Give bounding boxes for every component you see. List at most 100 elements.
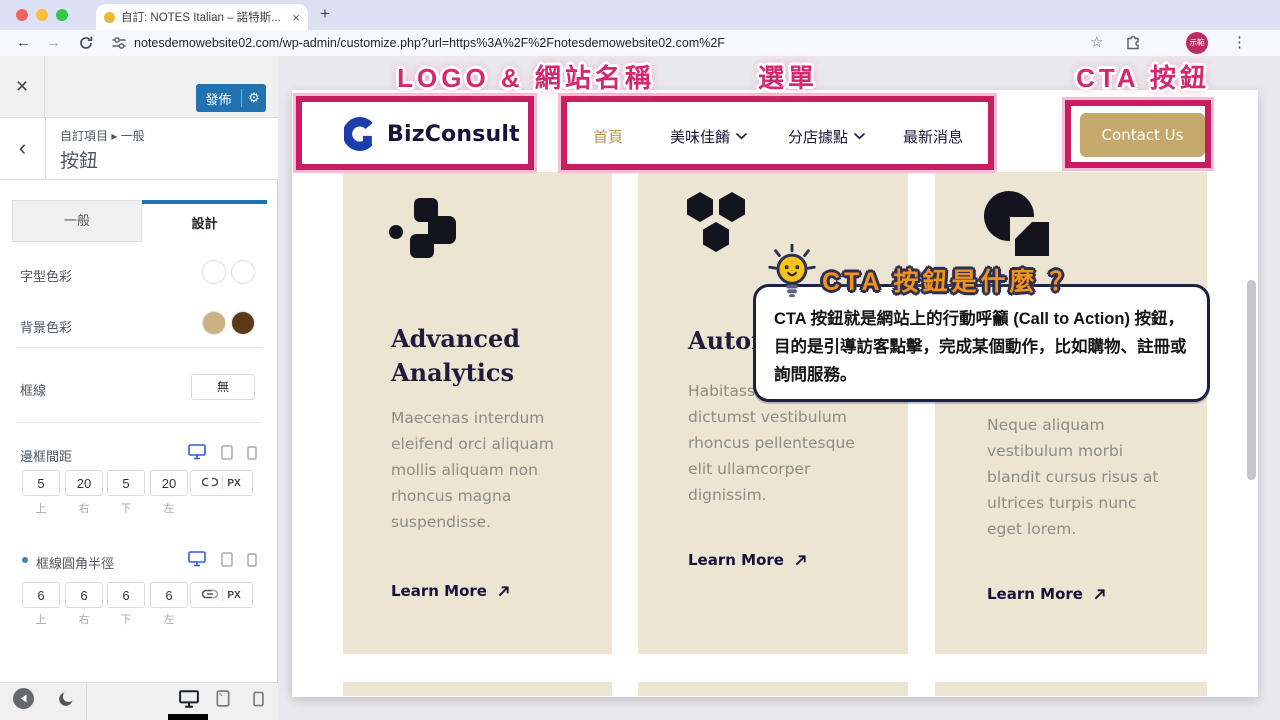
card-body: Maecenas interdum eleifend orci aliquam … (391, 405, 554, 535)
border-label: 框線 (20, 380, 46, 399)
padding-unit-label[interactable]: PX (227, 478, 240, 489)
active-device-underline (168, 714, 208, 720)
side-label-top: 上 (22, 500, 60, 516)
profile-avatar[interactable]: 示範 (1186, 32, 1208, 54)
browser-menu-dots-icon[interactable]: ⋮ (1232, 30, 1247, 56)
font-color-swatch-2[interactable] (232, 261, 254, 283)
bizconsult-logo-icon[interactable] (344, 117, 378, 156)
new-tab-button[interactable]: + (320, 4, 330, 24)
padding-label: 邊框間距 (20, 446, 72, 465)
gear-icon[interactable]: ⚙ (242, 90, 266, 106)
side-label-bottom: 下 (107, 500, 145, 516)
extensions-puzzle-icon[interactable] (1125, 35, 1141, 56)
side-label-left: 左 (150, 611, 188, 627)
contact-us-button[interactable]: Contact Us (1080, 113, 1205, 157)
tablet-icon[interactable] (221, 552, 233, 572)
bg-color-swatch-1[interactable] (203, 312, 225, 334)
card-title: Advanced Analytics (391, 322, 520, 390)
nav-item-news[interactable]: 最新消息 (903, 126, 963, 147)
phone-icon[interactable] (247, 446, 257, 465)
side-label-top: 上 (22, 611, 60, 627)
arrow-up-right-icon (794, 554, 807, 567)
arrow-up-right-icon (1093, 588, 1106, 601)
side-label-right: 右 (65, 611, 103, 627)
publish-button[interactable]: 發佈 ⚙ (196, 84, 266, 112)
radius-bottom-input[interactable]: 6 (107, 582, 145, 608)
url-bar[interactable]: notesdemowebsite02.com/wp-admin/customiz… (134, 30, 1014, 56)
dark-mode-moon-icon[interactable] (58, 690, 75, 712)
bookmark-star-icon[interactable]: ☆ (1090, 30, 1103, 56)
font-color-label: 字型色彩 (20, 266, 72, 285)
collapse-sidebar-icon[interactable] (13, 688, 34, 709)
radius-label: 框線圓角半徑 (36, 553, 114, 572)
bg-color-swatch-2[interactable] (232, 312, 254, 334)
breadcrumb: 自訂項目 ▸ 一般 (60, 127, 145, 144)
site-settings-tune-icon[interactable] (112, 36, 126, 55)
browser-tab[interactable]: 自訂: NOTES Italian – 諾特斯... × (96, 4, 308, 30)
close-customizer-icon[interactable]: × (0, 56, 45, 118)
site-title[interactable]: BizConsult (387, 122, 520, 147)
back-chevron-icon[interactable]: ‹ (0, 118, 46, 180)
learn-more-label: Learn More (987, 585, 1083, 603)
traffic-light-zoom[interactable] (56, 9, 68, 21)
lightbulb-icon (763, 244, 821, 307)
radius-unit-label[interactable]: PX (227, 590, 240, 601)
padding-top-input[interactable]: 5 (22, 470, 60, 496)
menu-annotation-label: 選單 (698, 58, 878, 95)
hexagons-icon (684, 190, 754, 259)
learn-more-link[interactable]: Learn More (688, 551, 807, 569)
preview-desktop-icon[interactable] (179, 690, 199, 713)
preview-tablet-icon[interactable] (216, 690, 230, 712)
customizer-bottom-bar (0, 682, 278, 720)
nav-label: 美味佳餚 (670, 126, 730, 147)
side-label-left: 左 (150, 500, 188, 516)
publish-label: 發佈 (196, 89, 241, 108)
tab-design[interactable]: 設計 (142, 200, 267, 242)
divider (16, 422, 262, 423)
bg-color-label: 背景色彩 (20, 317, 72, 336)
nav-item-home[interactable]: 首頁 (593, 126, 623, 147)
reload-icon[interactable] (78, 35, 94, 56)
tab-title: 自訂: NOTES Italian – 諾特斯... (121, 9, 286, 25)
learn-more-link[interactable]: Learn More (987, 585, 1106, 603)
tablet-icon[interactable] (221, 445, 233, 465)
nav-label: 分店據點 (788, 126, 848, 147)
padding-unit-box[interactable]: PX (190, 470, 253, 496)
forward-icon[interactable]: → (46, 30, 61, 56)
screen: 自訂: NOTES Italian – 諾特斯... × + ← → notes… (0, 0, 1280, 720)
cta-annotation-label: CTA 按鈕 (1058, 58, 1228, 95)
desktop-icon[interactable] (188, 444, 206, 465)
desktop-icon[interactable] (188, 551, 206, 572)
padding-bottom-input[interactable]: 5 (107, 470, 145, 496)
radius-right-input[interactable]: 6 (65, 582, 103, 608)
panel-title: 按鈕 (60, 146, 98, 173)
unit-divider (222, 476, 223, 490)
nav-label: 最新消息 (903, 126, 963, 147)
nav-item-locations[interactable]: 分店據點 (788, 126, 865, 147)
padding-right-input[interactable]: 20 (65, 470, 103, 496)
nav-item-dishes[interactable]: 美味佳餚 (670, 126, 747, 147)
tab-favicon (104, 12, 115, 23)
phone-icon[interactable] (247, 553, 257, 572)
padding-left-input[interactable]: 20 (150, 470, 188, 496)
radius-left-input[interactable]: 6 (150, 582, 188, 608)
preview-phone-icon[interactable] (253, 691, 264, 712)
traffic-light-minimize[interactable] (36, 9, 48, 21)
radius-unit-box[interactable]: PX (190, 582, 253, 608)
preview-scrollbar[interactable] (1247, 280, 1256, 480)
font-color-swatch-1[interactable] (203, 261, 225, 283)
unlink-values-icon[interactable] (202, 474, 218, 492)
tab-general[interactable]: 一般 (12, 200, 142, 242)
unit-divider (222, 588, 223, 602)
tab-close-icon[interactable]: × (292, 10, 300, 25)
border-none-button[interactable]: 無 (191, 374, 255, 400)
learn-more-label: Learn More (391, 582, 487, 600)
back-icon[interactable]: ← (16, 30, 31, 56)
learn-more-link[interactable]: Learn More (391, 582, 510, 600)
radius-top-input[interactable]: 6 (22, 582, 60, 608)
partial-card (343, 682, 612, 696)
nav-label: 首頁 (593, 126, 623, 147)
chevron-down-icon (736, 133, 747, 140)
link-values-icon[interactable] (202, 586, 218, 604)
traffic-light-close[interactable] (16, 9, 28, 21)
